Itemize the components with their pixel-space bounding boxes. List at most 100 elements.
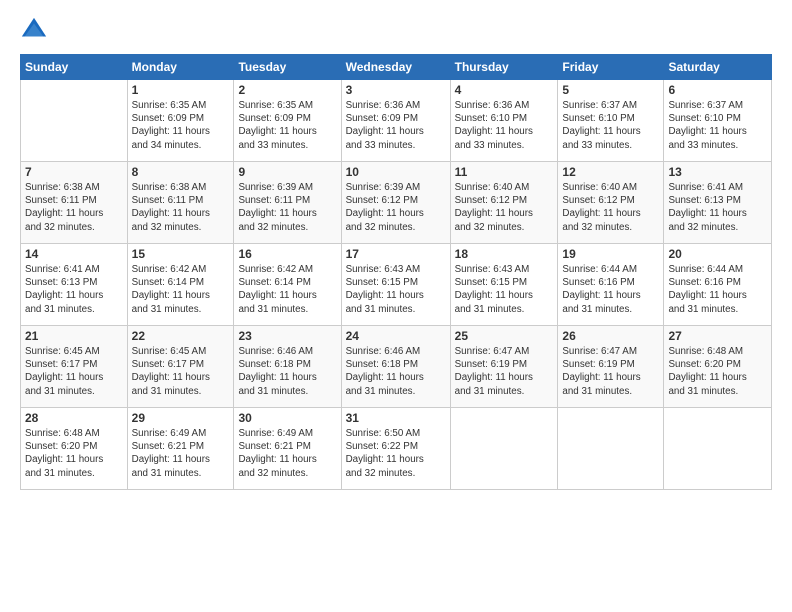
calendar-cell: 28Sunrise: 6:48 AM Sunset: 6:20 PM Dayli… bbox=[21, 408, 128, 490]
day-info: Sunrise: 6:44 AM Sunset: 6:16 PM Dayligh… bbox=[668, 263, 767, 316]
week-row-1: 1Sunrise: 6:35 AM Sunset: 6:09 PM Daylig… bbox=[21, 80, 772, 162]
calendar-cell: 13 Sunrise: 6:41 AM Sunset: 6:13 PM Dayli… bbox=[664, 162, 772, 244]
day-number: 6 bbox=[668, 83, 767, 97]
day-number: 12 bbox=[562, 165, 659, 179]
day-info: Sunrise: 6:46 AM Sunset: 6:18 PM Dayligh… bbox=[346, 345, 446, 398]
logo bbox=[20, 16, 50, 44]
logo-icon bbox=[20, 16, 48, 44]
day-number: 17 bbox=[346, 247, 446, 261]
day-info: Sunrise: 6:43 AM Sunset: 6:15 PM Dayligh… bbox=[455, 263, 554, 316]
calendar-header: SundayMondayTuesdayWednesdayThursdayFrid… bbox=[21, 55, 772, 80]
calendar-cell: 25Sunrise: 6:47 AM Sunset: 6:19 PM Dayli… bbox=[450, 326, 558, 408]
calendar-cell: 23Sunrise: 6:46 AM Sunset: 6:18 PM Dayli… bbox=[234, 326, 341, 408]
day-number: 15 bbox=[132, 247, 230, 261]
day-number: 24 bbox=[346, 329, 446, 343]
calendar-cell: 26 Sunrise: 6:47 AM Sunset: 6:19 PM Dayli… bbox=[558, 326, 664, 408]
calendar-cell: 8 Sunrise: 6:38 AM Sunset: 6:11 PM Daylig… bbox=[127, 162, 234, 244]
day-number: 30 bbox=[238, 411, 336, 425]
calendar: SundayMondayTuesdayWednesdayThursdayFrid… bbox=[20, 54, 772, 490]
day-info: Sunrise: 6:39 AM Sunset: 6:12 PM Dayligh… bbox=[346, 181, 446, 234]
calendar-cell: 15 Sunrise: 6:42 AM Sunset: 6:14 PM Dayli… bbox=[127, 244, 234, 326]
day-number: 2 bbox=[238, 83, 336, 97]
calendar-cell bbox=[664, 408, 772, 490]
day-number: 7 bbox=[25, 165, 123, 179]
day-info: Sunrise: 6:38 AM Sunset: 6:11 PM Dayligh… bbox=[25, 181, 123, 234]
day-info: Sunrise: 6:38 AM Sunset: 6:11 PM Dayligh… bbox=[132, 181, 230, 234]
week-row-3: 14 Sunrise: 6:41 AM Sunset: 6:13 PM Dayli… bbox=[21, 244, 772, 326]
day-number: 27 bbox=[668, 329, 767, 343]
calendar-cell: 2 Sunrise: 6:35 AM Sunset: 6:09 PM Daylig… bbox=[234, 80, 341, 162]
calendar-cell: 24 Sunrise: 6:46 AM Sunset: 6:18 PM Dayli… bbox=[341, 326, 450, 408]
calendar-cell: 11Sunrise: 6:40 AM Sunset: 6:12 PM Dayli… bbox=[450, 162, 558, 244]
calendar-cell: 20 Sunrise: 6:44 AM Sunset: 6:16 PM Dayli… bbox=[664, 244, 772, 326]
day-number: 4 bbox=[455, 83, 554, 97]
calendar-cell: 27 Sunrise: 6:48 AM Sunset: 6:20 PM Dayli… bbox=[664, 326, 772, 408]
day-info: Sunrise: 6:40 AM Sunset: 6:12 PM Dayligh… bbox=[562, 181, 659, 234]
day-number: 9 bbox=[238, 165, 336, 179]
week-row-2: 7 Sunrise: 6:38 AM Sunset: 6:11 PM Daylig… bbox=[21, 162, 772, 244]
calendar-cell: 6Sunrise: 6:37 AM Sunset: 6:10 PM Daylig… bbox=[664, 80, 772, 162]
weekday-header-tuesday: Tuesday bbox=[234, 55, 341, 80]
calendar-cell bbox=[450, 408, 558, 490]
calendar-body: 1Sunrise: 6:35 AM Sunset: 6:09 PM Daylig… bbox=[21, 80, 772, 490]
calendar-cell: 29Sunrise: 6:49 AM Sunset: 6:21 PM Dayli… bbox=[127, 408, 234, 490]
day-number: 14 bbox=[25, 247, 123, 261]
header-row: SundayMondayTuesdayWednesdayThursdayFrid… bbox=[21, 55, 772, 80]
day-number: 3 bbox=[346, 83, 446, 97]
day-number: 21 bbox=[25, 329, 123, 343]
calendar-cell: 22 Sunrise: 6:45 AM Sunset: 6:17 PM Dayli… bbox=[127, 326, 234, 408]
day-info: Sunrise: 6:42 AM Sunset: 6:14 PM Dayligh… bbox=[238, 263, 336, 316]
calendar-cell: 10 Sunrise: 6:39 AM Sunset: 6:12 PM Dayli… bbox=[341, 162, 450, 244]
calendar-cell bbox=[21, 80, 128, 162]
day-number: 23 bbox=[238, 329, 336, 343]
calendar-cell: 7 Sunrise: 6:38 AM Sunset: 6:11 PM Daylig… bbox=[21, 162, 128, 244]
day-info: Sunrise: 6:48 AM Sunset: 6:20 PM Dayligh… bbox=[668, 345, 767, 398]
day-number: 22 bbox=[132, 329, 230, 343]
day-info: Sunrise: 6:50 AM Sunset: 6:22 PM Dayligh… bbox=[346, 427, 446, 480]
weekday-header-thursday: Thursday bbox=[450, 55, 558, 80]
day-info: Sunrise: 6:42 AM Sunset: 6:14 PM Dayligh… bbox=[132, 263, 230, 316]
day-number: 16 bbox=[238, 247, 336, 261]
page: SundayMondayTuesdayWednesdayThursdayFrid… bbox=[0, 0, 792, 612]
day-number: 26 bbox=[562, 329, 659, 343]
day-info: Sunrise: 6:47 AM Sunset: 6:19 PM Dayligh… bbox=[562, 345, 659, 398]
day-info: Sunrise: 6:49 AM Sunset: 6:21 PM Dayligh… bbox=[238, 427, 336, 480]
weekday-header-saturday: Saturday bbox=[664, 55, 772, 80]
day-info: Sunrise: 6:43 AM Sunset: 6:15 PM Dayligh… bbox=[346, 263, 446, 316]
day-info: Sunrise: 6:37 AM Sunset: 6:10 PM Dayligh… bbox=[562, 99, 659, 152]
day-info: Sunrise: 6:44 AM Sunset: 6:16 PM Dayligh… bbox=[562, 263, 659, 316]
day-info: Sunrise: 6:45 AM Sunset: 6:17 PM Dayligh… bbox=[25, 345, 123, 398]
day-number: 19 bbox=[562, 247, 659, 261]
day-number: 13 bbox=[668, 165, 767, 179]
day-info: Sunrise: 6:41 AM Sunset: 6:13 PM Dayligh… bbox=[668, 181, 767, 234]
calendar-cell: 31 Sunrise: 6:50 AM Sunset: 6:22 PM Dayli… bbox=[341, 408, 450, 490]
calendar-cell: 16 Sunrise: 6:42 AM Sunset: 6:14 PM Dayli… bbox=[234, 244, 341, 326]
header bbox=[20, 16, 772, 44]
calendar-cell: 1Sunrise: 6:35 AM Sunset: 6:09 PM Daylig… bbox=[127, 80, 234, 162]
day-number: 31 bbox=[346, 411, 446, 425]
calendar-cell: 21 Sunrise: 6:45 AM Sunset: 6:17 PM Dayli… bbox=[21, 326, 128, 408]
calendar-cell: 9 Sunrise: 6:39 AM Sunset: 6:11 PM Daylig… bbox=[234, 162, 341, 244]
day-info: Sunrise: 6:41 AM Sunset: 6:13 PM Dayligh… bbox=[25, 263, 123, 316]
day-number: 18 bbox=[455, 247, 554, 261]
day-info: Sunrise: 6:39 AM Sunset: 6:11 PM Dayligh… bbox=[238, 181, 336, 234]
weekday-header-wednesday: Wednesday bbox=[341, 55, 450, 80]
calendar-cell: 19 Sunrise: 6:44 AM Sunset: 6:16 PM Dayli… bbox=[558, 244, 664, 326]
day-info: Sunrise: 6:40 AM Sunset: 6:12 PM Dayligh… bbox=[455, 181, 554, 234]
day-number: 5 bbox=[562, 83, 659, 97]
day-number: 8 bbox=[132, 165, 230, 179]
day-info: Sunrise: 6:47 AM Sunset: 6:19 PM Dayligh… bbox=[455, 345, 554, 398]
calendar-cell bbox=[558, 408, 664, 490]
calendar-cell: 17 Sunrise: 6:43 AM Sunset: 6:15 PM Dayli… bbox=[341, 244, 450, 326]
day-info: Sunrise: 6:35 AM Sunset: 6:09 PM Dayligh… bbox=[238, 99, 336, 152]
day-number: 10 bbox=[346, 165, 446, 179]
day-info: Sunrise: 6:36 AM Sunset: 6:10 PM Dayligh… bbox=[455, 99, 554, 152]
day-number: 28 bbox=[25, 411, 123, 425]
day-info: Sunrise: 6:36 AM Sunset: 6:09 PM Dayligh… bbox=[346, 99, 446, 152]
day-number: 20 bbox=[668, 247, 767, 261]
week-row-4: 21 Sunrise: 6:45 AM Sunset: 6:17 PM Dayli… bbox=[21, 326, 772, 408]
calendar-cell: 12 Sunrise: 6:40 AM Sunset: 6:12 PM Dayli… bbox=[558, 162, 664, 244]
calendar-cell: 30 Sunrise: 6:49 AM Sunset: 6:21 PM Dayli… bbox=[234, 408, 341, 490]
day-info: Sunrise: 6:45 AM Sunset: 6:17 PM Dayligh… bbox=[132, 345, 230, 398]
calendar-cell: 4 Sunrise: 6:36 AM Sunset: 6:10 PM Daylig… bbox=[450, 80, 558, 162]
